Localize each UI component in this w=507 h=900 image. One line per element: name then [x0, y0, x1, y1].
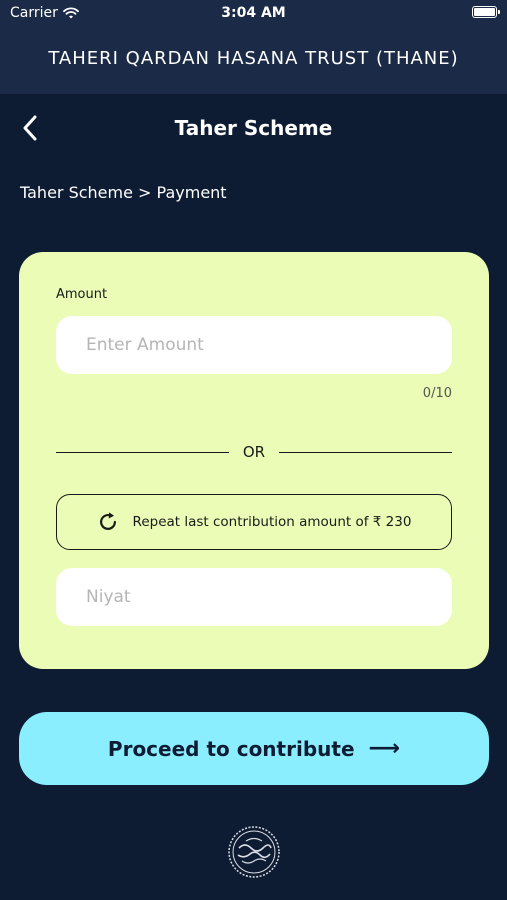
amount-input[interactable]	[56, 316, 452, 374]
refresh-icon	[99, 512, 116, 530]
divider-line-right	[279, 452, 452, 453]
app-header: Carrier 3:04 AM TAHERI QARDAN HASANA TRU…	[0, 0, 507, 94]
proceed-button[interactable]: Proceed to contribute ⟶	[19, 712, 489, 785]
proceed-label: Proceed to contribute	[107, 736, 355, 761]
status-bar: Carrier 3:04 AM	[0, 0, 507, 28]
battery-icon	[472, 6, 500, 18]
niyat-input[interactable]	[56, 568, 452, 626]
or-divider: OR	[56, 442, 452, 462]
arrow-right-icon: ⟶	[368, 736, 401, 761]
amount-char-count: 0/10	[422, 386, 452, 401]
repeat-label: Repeat last contribution amount of ₹ 230	[132, 514, 412, 530]
trust-logo	[228, 826, 280, 878]
payment-form-card: Amount 0/10 OR Repeat last contribution …	[19, 252, 489, 669]
repeat-last-contribution-button[interactable]: Repeat last contribution amount of ₹ 230	[56, 494, 452, 550]
back-button[interactable]	[12, 110, 48, 146]
app-title: TAHERI QARDAN HASANA TRUST (THANE)	[48, 48, 459, 69]
navigation-bar: Taher Scheme	[0, 108, 507, 148]
amount-label: Amount	[56, 287, 108, 302]
status-time: 3:04 AM	[221, 5, 286, 21]
chevron-left-icon	[23, 115, 37, 141]
page-title: Taher Scheme	[174, 116, 333, 140]
breadcrumb: Taher Scheme > Payment	[20, 183, 227, 202]
